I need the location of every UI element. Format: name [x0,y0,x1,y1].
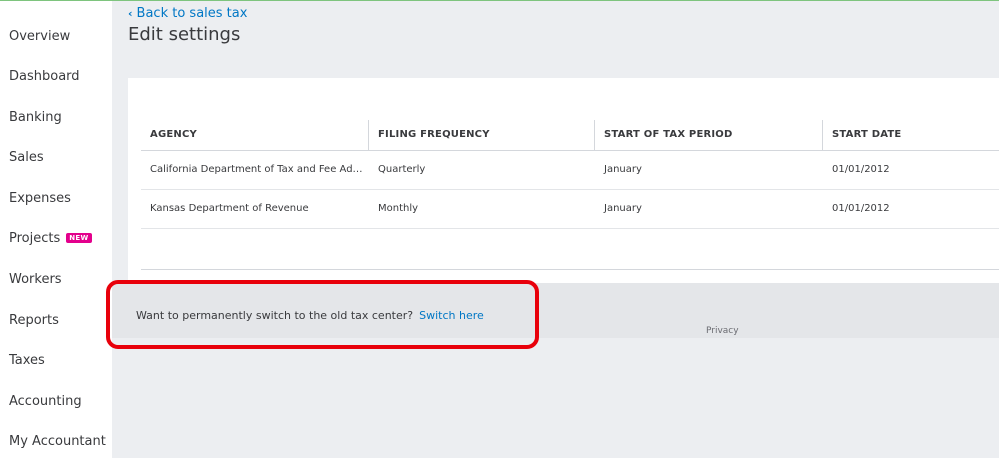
cell-start-date: 01/01/2012 [832,164,890,175]
new-badge: NEW [66,233,92,243]
sidebar-item-reports[interactable]: Reports [9,313,59,328]
table-header: AGENCY FILING FREQUENCY START OF TAX PER… [141,120,999,151]
sidebar-item-overview[interactable]: Overview [9,29,70,44]
cell-start-date: 01/01/2012 [832,203,890,214]
cell-filing-frequency: Quarterly [378,164,426,175]
cell-start-of-tax-period: January [604,203,642,214]
table-row[interactable]: California Department of Tax and Fee Adm… [141,151,999,190]
top-accent-line [0,0,999,1]
sidebar-item-expenses[interactable]: Expenses [9,191,71,206]
sidebar-item-taxes[interactable]: Taxes [9,353,45,368]
sidebar-item-label: Banking [9,110,62,125]
cell-agency: Kansas Department of Revenue [150,203,309,214]
column-header-filing-frequency[interactable]: FILING FREQUENCY [369,120,595,150]
sidebar-item-sales[interactable]: Sales [9,150,44,165]
agency-table: AGENCY FILING FREQUENCY START OF TAX PER… [141,120,999,229]
sidebar-item-label: Taxes [9,353,45,368]
page-title: Edit settings [128,24,241,45]
sidebar-item-label: Workers [9,272,62,287]
column-header-start-date[interactable]: START DATE [823,120,999,150]
agency-settings-card: AGENCY FILING FREQUENCY START OF TAX PER… [128,78,999,283]
sidebar-item-projects[interactable]: Projects NEW [9,231,92,246]
privacy-link[interactable]: Privacy [706,326,739,336]
highlight-annotation-box [106,280,539,349]
column-header-agency[interactable]: AGENCY [141,120,369,150]
sidebar-item-label: Overview [9,29,71,44]
sidebar-item-label: Expenses [9,191,71,206]
sidebar-nav: Overview Dashboard Banking Sales Expense… [0,1,112,458]
back-link-label: Back to sales tax [136,6,248,21]
sidebar-item-my-accountant[interactable]: My Accountant [9,434,106,449]
sidebar-item-label: Dashboard [9,69,80,84]
sidebar-item-label: Reports [9,313,59,328]
sidebar-item-label: Accounting [9,394,82,409]
sidebar-item-label: Sales [9,150,44,165]
sidebar-item-banking[interactable]: Banking [9,110,62,125]
sidebar-item-label: Projects [9,231,61,246]
sidebar-item-label: My Accountant [9,434,106,449]
cell-start-of-tax-period: January [604,164,642,175]
cell-agency: California Department of Tax and Fee Adm… [150,164,369,175]
sidebar-item-workers[interactable]: Workers [9,272,62,287]
back-to-sales-tax-link[interactable]: ‹ Back to sales tax [128,6,247,21]
cell-filing-frequency: Monthly [378,203,419,214]
sidebar-item-accounting[interactable]: Accounting [9,394,82,409]
chevron-left-icon: ‹ [128,7,133,20]
table-bottom-divider [141,269,999,270]
sidebar-item-dashboard[interactable]: Dashboard [9,69,80,84]
column-header-start-of-tax-period[interactable]: START OF TAX PERIOD [595,120,823,150]
table-row[interactable]: Kansas Department of Revenue Monthly Jan… [141,190,999,229]
